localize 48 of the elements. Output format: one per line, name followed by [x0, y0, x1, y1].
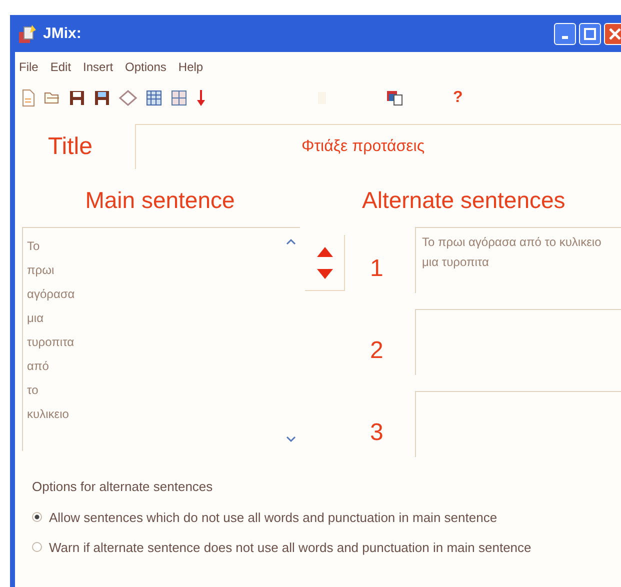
scroll-up-icon[interactable] [286, 238, 296, 246]
menu-item[interactable]: Insert [83, 60, 114, 74]
help-button[interactable]: ? [451, 89, 465, 107]
main-sentence-field[interactable]: Το πρωι αγόρασα μια τυροπιτα από το κυλικειο [22, 227, 300, 451]
minimize-icon [562, 36, 568, 39]
alternate-sentence-field[interactable] [415, 391, 621, 457]
menu-item[interactable]: File [19, 60, 38, 74]
window-title: JMix: [43, 25, 82, 42]
web-page-icon[interactable] [146, 90, 162, 106]
menu-item[interactable]: Edit [50, 60, 72, 74]
word-line: από [27, 358, 50, 375]
radio-button[interactable] [32, 542, 42, 552]
save-icon[interactable] [69, 90, 85, 106]
alternate-sentences-heading: Alternate sentences [361, 186, 566, 215]
title-field[interactable]: Φτιάξε προτάσεις [135, 124, 621, 169]
title-label: Title [47, 132, 94, 160]
option-label: Allow sentences which do not use all words and punctuation in main sentence [49, 510, 498, 524]
sentence-number: 2 [369, 336, 384, 365]
sentence-number: 1 [369, 254, 384, 283]
new-document-icon[interactable] [21, 89, 35, 107]
app-icon [18, 24, 38, 44]
word-line: μια [27, 310, 45, 327]
main-sentence-heading: Main sentence [84, 186, 236, 215]
word-line: τυροπιτα [27, 334, 76, 351]
option-label: Warn if alternate sentence does not use all words and punctuation in main sentence [49, 540, 532, 554]
word-line: το [27, 382, 40, 399]
word-line: πρωι [27, 262, 56, 279]
menu-item[interactable]: Help [178, 60, 204, 74]
word-line: κυλικειο [27, 406, 70, 423]
alternate-sentence-field[interactable] [415, 309, 621, 375]
save-as-icon[interactable] [94, 90, 110, 106]
close-icon [609, 28, 621, 40]
minimize-button[interactable] [554, 22, 576, 44]
close-button[interactable] [604, 22, 621, 44]
options-heading: Options for alternate sentences [32, 479, 214, 494]
open-folder-icon[interactable] [44, 91, 60, 105]
arrow-down-icon[interactable] [196, 89, 206, 107]
sentence-number: 3 [369, 418, 384, 447]
alternate-sentence-field[interactable]: Το πρωι αγόρασα από το κυλικειο μια τυροπιτα [415, 227, 621, 293]
maximize-button[interactable] [579, 22, 601, 44]
web-page-icon[interactable] [171, 90, 187, 106]
radio-button[interactable] [32, 512, 42, 522]
scroll-down-icon[interactable] [286, 435, 296, 443]
diamond-icon[interactable] [119, 90, 137, 106]
word-line: Το [27, 238, 41, 255]
menu-item[interactable]: Options [125, 60, 166, 74]
word-line: αγόρασα [27, 286, 76, 303]
maximize-icon [584, 28, 596, 40]
